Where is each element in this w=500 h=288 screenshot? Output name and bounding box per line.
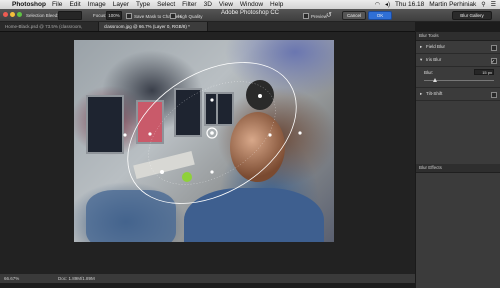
field-blur-label: Field Blur	[426, 44, 446, 49]
iris-blur-label: Iris Blur	[426, 57, 442, 62]
blur-tools-panel: Blur Tools ▸Field Blur ▾Iris Blur Blur: …	[415, 32, 500, 288]
iris-center-dot[interactable]	[210, 131, 214, 135]
iris-feather-handle-top[interactable]	[210, 98, 214, 102]
blur-amount-field[interactable]: 15 px	[474, 69, 494, 75]
tilt-shift-checkbox[interactable]	[491, 92, 497, 98]
iris-blur-section[interactable]: ▾ Iris Blur	[416, 54, 500, 68]
iris-feather-handle-right[interactable]	[268, 133, 272, 137]
tilt-shift-section[interactable]: ▸ Tilt-Shift	[416, 88, 500, 101]
blur-tools-header: Blur Tools	[416, 32, 500, 41]
iris-handle-left[interactable]	[123, 133, 127, 137]
blur-tools-empty-area	[416, 101, 500, 164]
iris-blur-checkbox[interactable]	[491, 56, 497, 68]
blur-effects-header: Blur Effects	[416, 164, 500, 173]
iris-handle-top[interactable]	[258, 94, 262, 98]
blur-slider-thumb[interactable]	[432, 78, 437, 82]
iris-feather-handle-left[interactable]	[148, 132, 152, 136]
iris-feather-handle-bottom[interactable]	[210, 170, 214, 174]
iris-handle-bottom[interactable]	[160, 170, 164, 174]
field-blur-section[interactable]: ▸ Field Blur	[416, 41, 500, 54]
tilt-shift-label: Tilt-Shift	[426, 91, 443, 96]
iris-handle-right[interactable]	[298, 131, 302, 135]
iris-blur-controls: Blur: 15 px	[416, 67, 500, 88]
blur-effects-body	[416, 173, 500, 288]
blur-amount-label: Blur:	[424, 70, 434, 75]
field-blur-checkbox[interactable]	[491, 45, 497, 51]
